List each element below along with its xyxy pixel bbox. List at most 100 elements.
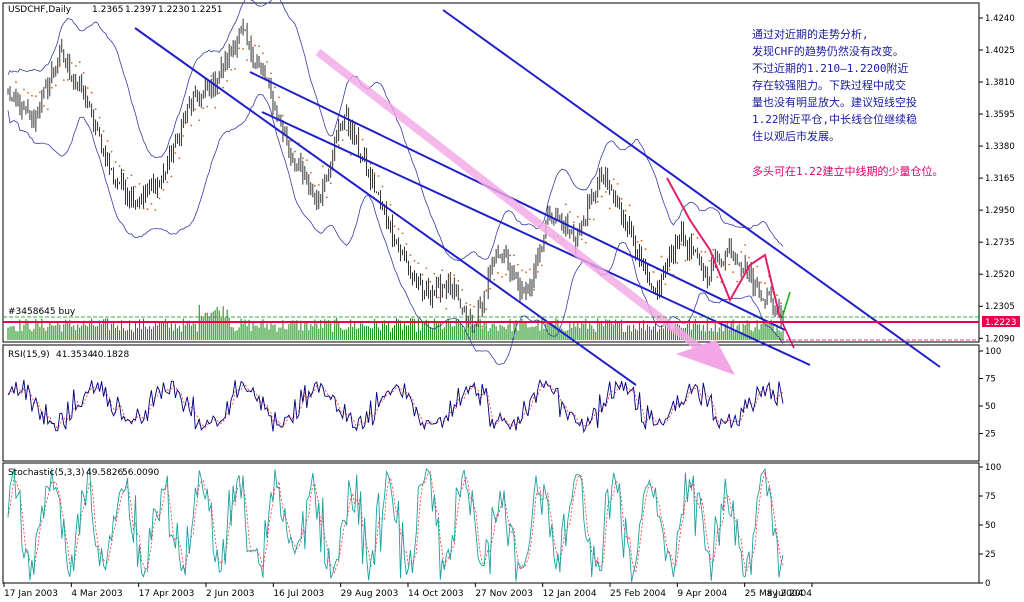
sar-dot [38, 91, 41, 94]
x-tick-label: 2 Jun 2003 [206, 589, 254, 599]
sar-dot [401, 232, 404, 235]
sar-dot [441, 269, 444, 272]
symbol-label: USDCHF,Daily [8, 5, 72, 15]
stoch-y-tick-label: 100 [985, 463, 1001, 473]
sar-dot [513, 254, 515, 257]
sar-dot [576, 215, 579, 218]
sar-dot [274, 86, 276, 89]
sar-dot [174, 152, 177, 154]
ohlc-low: 1.2230 [158, 5, 190, 15]
sar-dot [493, 278, 496, 281]
sar-dot [465, 302, 468, 305]
sar-dot [596, 200, 599, 203]
sar-dot [293, 150, 296, 153]
sar-dot [210, 75, 213, 77]
sar-dot [716, 276, 719, 279]
sar-dot [505, 273, 507, 276]
sar-dot [712, 248, 715, 251]
sar-dot [624, 209, 627, 212]
ohlc-close: 1.2251 [191, 5, 223, 15]
x-tick-label: 17 Apr 2003 [139, 589, 195, 599]
sar-dot [704, 251, 707, 253]
sar-dot [708, 259, 711, 262]
sar-dot [214, 106, 217, 109]
x-axis: 17 Jan 2003 4 Mar 2003 17 Apr 2003 2 Jun 20… [3, 583, 813, 599]
sar-dot [158, 197, 161, 200]
sar-dot [776, 294, 778, 297]
sar-dot [668, 268, 671, 271]
sar-dot [780, 302, 782, 305]
sar-dot [640, 239, 643, 242]
x-tick-label: 12 Jan 2004 [543, 589, 597, 599]
stoch-y-tick-label: 50 [985, 521, 996, 531]
sar-dot [533, 288, 535, 291]
rsi-value-1: 41.3534 [56, 350, 93, 360]
sar-dot [764, 282, 766, 285]
price-y-tick-label: 1.4240 [985, 14, 1015, 24]
sar-dot [27, 91, 29, 94]
sar-dot [660, 255, 663, 258]
sar-dot [19, 94, 21, 97]
sar-dot [568, 211, 571, 213]
sar-dot [580, 238, 583, 241]
sar-dot [301, 157, 304, 160]
sar-dot [760, 281, 762, 284]
price-y-tick-label: 1.2950 [985, 206, 1015, 216]
sar-dot [78, 61, 81, 63]
sar-dot [732, 271, 735, 274]
sar-dot [752, 270, 755, 273]
current-price-tag: 1.2223 [985, 318, 1017, 328]
sar-dot [146, 208, 149, 211]
sar-dot [270, 72, 272, 75]
sar-dot [584, 241, 587, 244]
sar-dot [102, 130, 105, 133]
sar-dot [632, 225, 635, 228]
price-y-tick-label: 1.3595 [985, 110, 1015, 120]
sar-dot [202, 107, 205, 110]
sar-dot [385, 203, 388, 205]
sar-dot [74, 64, 77, 67]
sar-dot [325, 196, 328, 199]
rsi-label: RSI(15,9) [8, 350, 50, 360]
sar-dot [238, 47, 241, 50]
annotation-line: 量也没有明显放大。建议短线空投 [752, 95, 917, 109]
sar-dot [258, 45, 260, 48]
stoch-y-tick-label: 25 [985, 550, 996, 560]
sar-dot [449, 274, 452, 277]
sar-dot [66, 78, 69, 81]
rsi-value-2: 40.1828 [92, 350, 129, 360]
sar-dot [728, 263, 731, 266]
sar-dot [305, 159, 308, 162]
sar-dot [748, 256, 751, 259]
sar-dot [198, 119, 201, 122]
sar-dot [250, 36, 252, 38]
price-y-tick-label: 1.2520 [985, 270, 1015, 280]
sar-dot [405, 243, 408, 245]
sar-dot [664, 283, 667, 286]
x-tick-label: 29 Aug 2003 [341, 589, 399, 599]
sar-dot [313, 184, 316, 187]
sar-dot [481, 325, 484, 328]
sar-dot [266, 60, 268, 63]
sar-dot [345, 129, 348, 132]
annotation-line: 1.22附近平仓,中长线仓位继续稳 [752, 112, 917, 126]
sar-dot [118, 165, 121, 167]
sar-dot [190, 124, 193, 127]
sar-dot [509, 254, 511, 257]
sar-dot [373, 173, 376, 175]
sar-dot [15, 81, 17, 84]
sar-dot [501, 275, 503, 278]
sar-dot [572, 221, 575, 224]
price-y-tick-label: 1.3165 [985, 174, 1015, 184]
price-y-axis: 1.4240 1.4025 1.3810 1.3595 1.3380 1.3165 1.29… [979, 14, 1015, 344]
sar-dot [278, 96, 280, 99]
sar-dot [736, 280, 739, 283]
sar-dot [170, 175, 173, 178]
sar-dot [186, 121, 189, 124]
sar-dot [541, 264, 543, 267]
sar-dot [31, 94, 33, 97]
stoch-panel-frame [2, 462, 980, 584]
sar-dot [461, 288, 464, 291]
sar-dot [337, 144, 340, 147]
sar-dot [86, 87, 89, 89]
